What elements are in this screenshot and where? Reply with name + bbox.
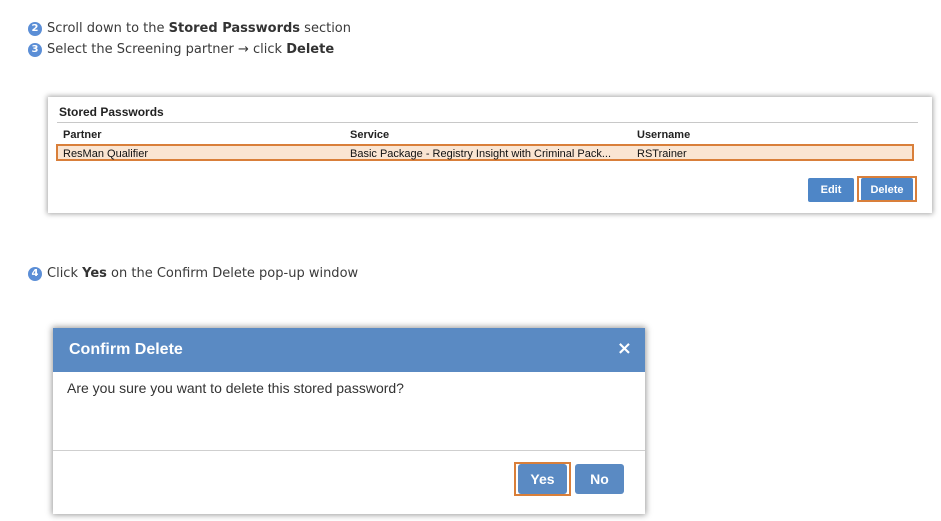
table-row-selected[interactable]: ResMan Qualifier Basic Package - Registr… xyxy=(56,144,914,161)
step-bold-text: Delete xyxy=(286,42,335,57)
cell-service: Basic Package - Registry Insight with Cr… xyxy=(350,148,612,160)
dialog-title: Confirm Delete xyxy=(69,341,183,358)
yes-highlight-outline xyxy=(514,462,571,496)
divider xyxy=(53,450,645,451)
instruction-step-3: 3 Select the Screening partner → click D… xyxy=(28,42,334,57)
step-number-badge: 3 xyxy=(28,42,42,57)
column-header-partner: Partner xyxy=(63,129,102,141)
divider xyxy=(57,122,918,123)
instruction-step-4: 4 Click Yes on the Confirm Delete pop-up… xyxy=(28,266,358,281)
step-number-badge: 2 xyxy=(28,21,42,36)
cell-username: RSTrainer xyxy=(637,148,687,160)
panel-title: Stored Passwords xyxy=(59,105,164,119)
confirm-delete-dialog: Confirm Delete × Are you sure you want t… xyxy=(53,328,645,514)
no-button[interactable]: No xyxy=(575,464,624,494)
step-text: Select the Screening partner → click xyxy=(47,42,283,57)
delete-highlight-outline xyxy=(857,176,917,202)
column-header-service: Service xyxy=(350,129,390,141)
column-header-username: Username xyxy=(637,129,691,141)
dialog-message: Are you sure you want to delete this sto… xyxy=(67,380,404,396)
step-text: Click xyxy=(47,266,78,281)
step-text: Scroll down to the xyxy=(47,21,165,36)
cell-partner: ResMan Qualifier xyxy=(63,148,148,160)
step-bold-text: Stored Passwords xyxy=(168,21,301,36)
instruction-step-2: 2 Scroll down to the Stored Passwords se… xyxy=(28,21,351,36)
step-text: on the Confirm Delete pop-up window xyxy=(111,266,359,281)
dialog-header: Confirm Delete × xyxy=(53,328,645,372)
stored-passwords-panel: Stored Passwords Partner Service Usernam… xyxy=(48,97,932,213)
close-icon[interactable]: × xyxy=(617,340,632,358)
step-number-badge: 4 xyxy=(28,266,42,281)
edit-button[interactable]: Edit xyxy=(808,178,854,202)
step-bold-text: Yes xyxy=(82,266,107,281)
step-text: section xyxy=(304,21,351,36)
